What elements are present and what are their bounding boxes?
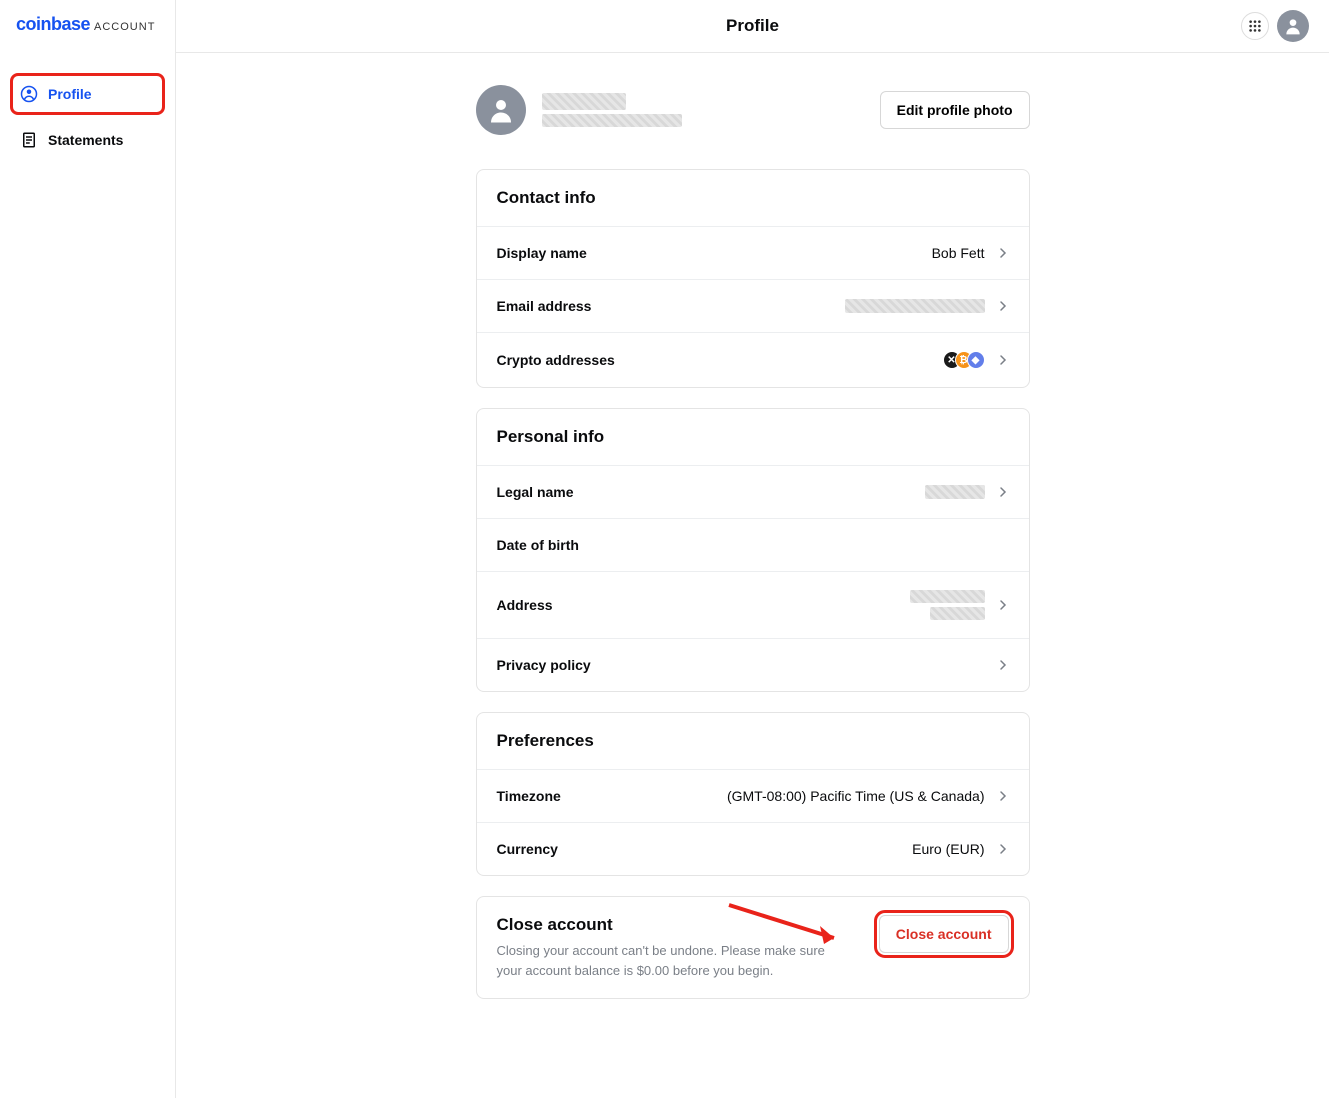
chevron-right-icon	[997, 354, 1009, 366]
document-icon	[20, 131, 38, 149]
row-label: Privacy policy	[497, 657, 591, 673]
currency-row[interactable]: Currency Euro (EUR)	[477, 822, 1029, 875]
profile-name-redacted	[542, 93, 626, 110]
row-value: Euro (EUR)	[912, 841, 984, 857]
chevron-right-icon	[997, 247, 1009, 259]
card-title: Contact info	[477, 170, 1029, 226]
sidebar-item-label: Profile	[48, 86, 92, 102]
chevron-right-icon	[997, 659, 1009, 671]
close-account-card: Close account Closing your account can't…	[476, 896, 1030, 999]
apps-grid-icon	[1248, 19, 1262, 33]
row-label: Crypto addresses	[497, 352, 615, 368]
row-label: Display name	[497, 245, 587, 261]
chevron-right-icon	[997, 599, 1009, 611]
address-line-2-redacted	[930, 607, 985, 620]
profile-email-redacted	[542, 114, 682, 127]
close-account-button[interactable]: Close account	[879, 915, 1009, 953]
brand-main: coinbase	[16, 14, 90, 35]
close-account-description: Closing your account can't be undone. Pl…	[497, 941, 837, 980]
avatar-icon	[486, 95, 516, 125]
row-label: Address	[497, 597, 553, 613]
page-header: Profile	[176, 0, 1329, 53]
card-title: Personal info	[477, 409, 1029, 465]
profile-header: Edit profile photo	[476, 85, 1030, 135]
main-content: Edit profile photo Contact info Display …	[176, 53, 1329, 1098]
ethereum-icon: ◆	[967, 351, 985, 369]
page-title: Profile	[726, 16, 779, 36]
sidebar-item-profile[interactable]: Profile	[12, 75, 163, 113]
display-name-row[interactable]: Display name Bob Fett	[477, 226, 1029, 279]
sidebar: coinbase ACCOUNT Profile Statements	[0, 0, 176, 1098]
row-label: Email address	[497, 298, 592, 314]
date-of-birth-row[interactable]: Date of birth	[477, 518, 1029, 571]
row-label: Date of birth	[497, 537, 579, 553]
card-title: Preferences	[477, 713, 1029, 769]
email-row[interactable]: Email address	[477, 279, 1029, 332]
chevron-right-icon	[997, 300, 1009, 312]
row-value: (GMT-08:00) Pacific Time (US & Canada)	[727, 788, 985, 804]
sidebar-item-label: Statements	[48, 132, 123, 148]
close-account-title: Close account	[497, 915, 837, 935]
apps-menu-button[interactable]	[1241, 12, 1269, 40]
chevron-right-icon	[997, 790, 1009, 802]
brand[interactable]: coinbase ACCOUNT	[12, 14, 163, 35]
avatar-icon	[1283, 16, 1303, 36]
row-label: Currency	[497, 841, 558, 857]
user-avatar-button[interactable]	[1277, 10, 1309, 42]
contact-info-card: Contact info Display name Bob Fett Email…	[476, 169, 1030, 388]
legal-name-value-redacted	[925, 485, 985, 499]
personal-info-card: Personal info Legal name Date of birth A…	[476, 408, 1030, 692]
brand-sub: ACCOUNT	[94, 21, 155, 33]
preferences-card: Preferences Timezone (GMT-08:00) Pacific…	[476, 712, 1030, 876]
sidebar-item-statements[interactable]: Statements	[12, 121, 163, 159]
crypto-addresses-row[interactable]: Crypto addresses ✕ ₿ ◆	[477, 332, 1029, 387]
email-value-redacted	[845, 299, 985, 313]
crypto-icons: ✕ ₿ ◆	[943, 351, 985, 369]
person-icon	[20, 85, 38, 103]
address-line-1-redacted	[910, 590, 985, 603]
privacy-policy-row[interactable]: Privacy policy	[477, 638, 1029, 691]
row-label: Legal name	[497, 484, 574, 500]
profile-avatar	[476, 85, 526, 135]
address-row[interactable]: Address	[477, 571, 1029, 638]
row-label: Timezone	[497, 788, 561, 804]
chevron-right-icon	[997, 486, 1009, 498]
row-value: Bob Fett	[932, 245, 985, 261]
legal-name-row[interactable]: Legal name	[477, 465, 1029, 518]
timezone-row[interactable]: Timezone (GMT-08:00) Pacific Time (US & …	[477, 769, 1029, 822]
chevron-right-icon	[997, 843, 1009, 855]
edit-profile-photo-button[interactable]: Edit profile photo	[880, 91, 1030, 129]
